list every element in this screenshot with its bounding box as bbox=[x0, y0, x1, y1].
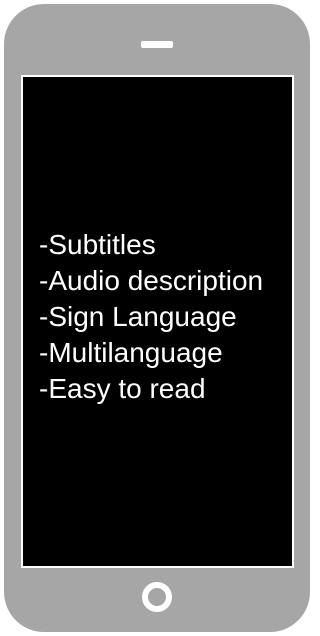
feature-sign-language: -Sign Language bbox=[39, 301, 237, 332]
feature-subtitles: -Subtitles bbox=[39, 229, 156, 260]
phone-frame: -Subtitles -Audio description -Sign Lang… bbox=[4, 4, 310, 632]
feature-easy-to-read: -Easy to read bbox=[39, 373, 206, 404]
phone-screen: -Subtitles -Audio description -Sign Lang… bbox=[21, 75, 294, 568]
speaker-slot-icon bbox=[141, 41, 173, 48]
home-button-icon[interactable] bbox=[142, 582, 172, 612]
feature-multilanguage: -Multilanguage bbox=[39, 337, 223, 368]
feature-list: -Subtitles -Audio description -Sign Lang… bbox=[39, 227, 263, 407]
feature-audio-description: -Audio description bbox=[39, 265, 264, 296]
